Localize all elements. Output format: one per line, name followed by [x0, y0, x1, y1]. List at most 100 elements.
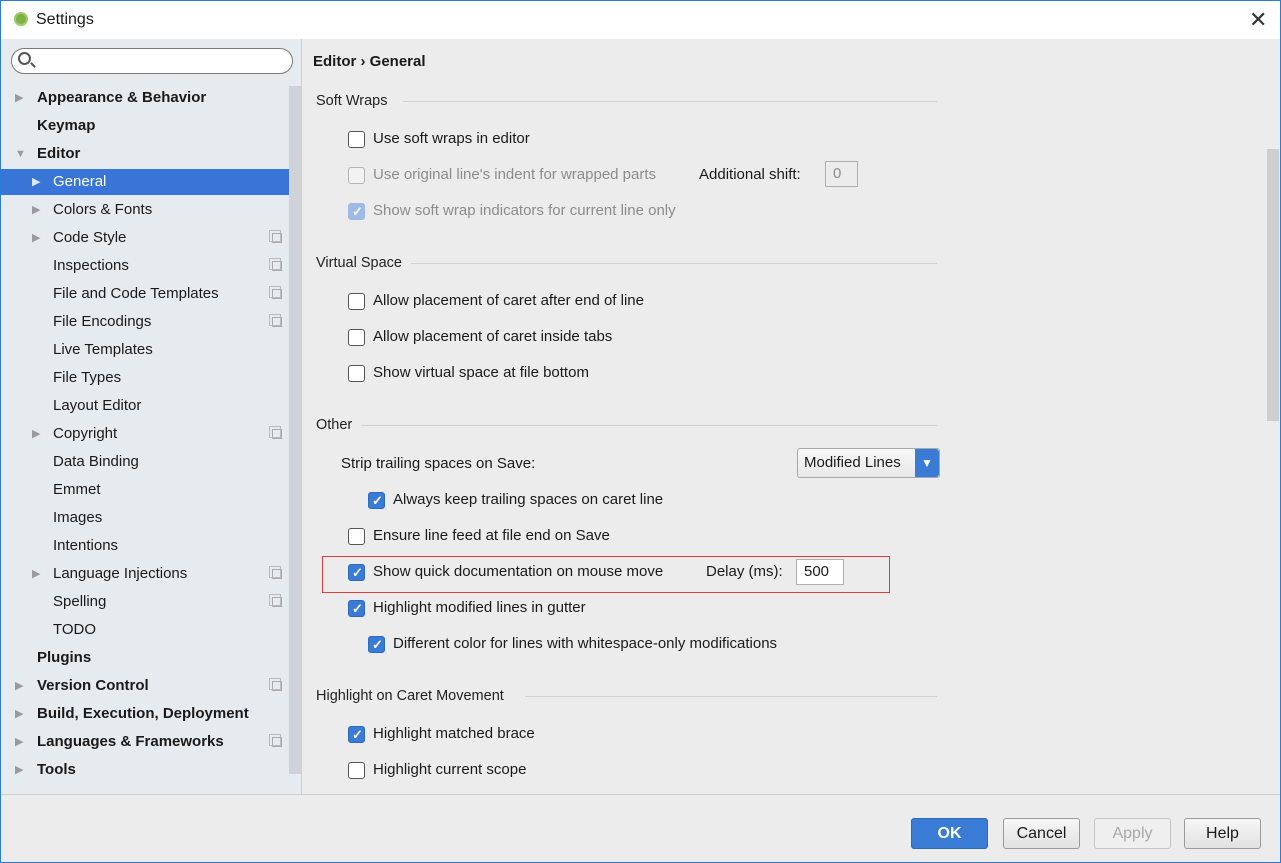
checkbox-box[interactable]: [348, 202, 365, 222]
sidebar-item[interactable]: TODO: [1, 617, 289, 643]
sidebar-item[interactable]: ▶ Languages & Frameworks: [1, 729, 289, 755]
help-button[interactable]: Help: [1184, 818, 1261, 849]
delay-label: Delay (ms):: [706, 562, 783, 582]
checkbox-box[interactable]: [348, 365, 365, 382]
sidebar-scrollbar[interactable]: [289, 86, 301, 774]
expand-right-icon[interactable]: ▶: [32, 225, 40, 251]
chevron-down-icon[interactable]: ▼: [915, 449, 939, 477]
sidebar-item-label: Layout Editor: [53, 397, 142, 414]
project-scope-icon: [269, 314, 282, 327]
label: Additional shift:: [699, 166, 801, 183]
sidebar-item-label: Copyright: [53, 425, 118, 442]
expand-right-icon[interactable]: ▶: [32, 169, 40, 195]
expand-right-icon[interactable]: ▶: [32, 561, 40, 587]
expand-down-icon[interactable]: ▼: [15, 141, 26, 167]
section-caret-movement: Highlight on Caret Movement: [316, 688, 504, 704]
sidebar-item[interactable]: ▶ Version Control: [1, 673, 289, 699]
sidebar-item-label: Version Control: [37, 677, 149, 694]
close-icon[interactable]: ✕: [1249, 7, 1267, 33]
sidebar-item[interactable]: Intentions: [1, 533, 289, 559]
sidebar-item-label: Keymap: [37, 117, 96, 134]
checkbox-box[interactable]: [348, 293, 365, 310]
expand-right-icon[interactable]: ▶: [15, 729, 23, 755]
checkbox-label: Highlight current scope: [373, 761, 527, 778]
checkbox-box[interactable]: [348, 599, 365, 619]
checkbox-label: Different color for lines with whitespac…: [393, 635, 778, 652]
sidebar-item[interactable]: Keymap: [1, 113, 289, 139]
project-scope-icon: [269, 678, 282, 691]
checkbox-label: Show quick documentation on mouse move: [373, 563, 664, 580]
sidebar-item-label: File and Code Templates: [53, 285, 219, 302]
sidebar-item[interactable]: ▶ Code Style: [1, 225, 289, 251]
sidebar-item[interactable]: Layout Editor: [1, 393, 289, 419]
checkbox-box[interactable]: [348, 528, 365, 545]
sidebar-item[interactable]: Images: [1, 505, 289, 531]
checkbox-box[interactable]: [348, 131, 365, 148]
sidebar-item[interactable]: ▶ General: [1, 169, 301, 195]
checkbox-box[interactable]: [348, 762, 365, 779]
project-scope-icon: [269, 230, 282, 243]
checkbox-box[interactable]: [348, 329, 365, 346]
sidebar-item[interactable]: File Encodings: [1, 309, 289, 335]
checkbox-label: Show soft wrap indicators for current li…: [373, 202, 676, 219]
sidebar-item-label: Inspections: [53, 257, 129, 274]
checkbox-label: Use original line's indent for wrapped p…: [373, 166, 657, 183]
sidebar-item[interactable]: ▶ Appearance & Behavior: [1, 85, 289, 111]
ok-button[interactable]: OK: [911, 818, 988, 849]
expand-right-icon[interactable]: ▶: [15, 757, 23, 783]
sidebar-item[interactable]: Inspections: [1, 253, 289, 279]
apply-button[interactable]: Apply: [1094, 818, 1171, 849]
additional-shift-label: Additional shift:: [699, 165, 801, 185]
sidebar-item-label: Live Templates: [53, 341, 153, 358]
checkbox-label: Show virtual space at file bottom: [373, 364, 589, 381]
window-title: Settings: [36, 11, 94, 28]
sidebar-item-label: Languages & Frameworks: [37, 733, 224, 750]
sidebar-item-label: Editor: [37, 145, 81, 162]
label: Strip trailing spaces on Save:: [341, 455, 536, 472]
strip-trailing-dropdown[interactable]: Modified Lines ▼: [797, 448, 940, 478]
settings-window: Settings ✕ ▶ Appearance & Behavior Keymap ▼…: [0, 0, 1281, 863]
checkbox-box[interactable]: [368, 635, 385, 655]
delay-field[interactable]: 500: [796, 559, 844, 585]
sidebar-item-label: Intentions: [53, 537, 119, 554]
content-scrollbar[interactable]: [1267, 149, 1279, 421]
sidebar-item-label: Spelling: [53, 593, 107, 610]
checkbox-label: Highlight matched brace: [373, 725, 535, 742]
divider: [411, 263, 937, 264]
checkbox-label: Highlight modified lines in gutter: [373, 599, 586, 616]
checkbox-box[interactable]: [348, 167, 365, 184]
sidebar-item[interactable]: ▶ Build, Execution, Deployment: [1, 701, 289, 727]
section-virtual-space: Virtual Space: [316, 255, 402, 271]
sidebar-item[interactable]: Spelling: [1, 589, 289, 615]
divider: [403, 101, 937, 102]
sidebar-item[interactable]: ▶ Copyright: [1, 421, 289, 447]
sidebar-item[interactable]: File Types: [1, 365, 289, 391]
expand-right-icon[interactable]: ▶: [32, 197, 40, 223]
checkbox-box[interactable]: [348, 725, 365, 745]
sidebar-item[interactable]: ▶ Colors & Fonts: [1, 197, 289, 223]
expand-right-icon[interactable]: ▶: [32, 421, 40, 447]
expand-right-icon[interactable]: ▶: [15, 701, 23, 727]
sidebar-item[interactable]: File and Code Templates: [1, 281, 289, 307]
expand-right-icon[interactable]: ▶: [15, 85, 23, 111]
checkbox-label: Allow placement of caret after end of li…: [373, 292, 644, 309]
project-scope-icon: [269, 594, 282, 607]
sidebar-item[interactable]: Live Templates: [1, 337, 289, 363]
sidebar-item-label: File Types: [53, 369, 122, 386]
sidebar-item[interactable]: Emmet: [1, 477, 289, 503]
sidebar-item[interactable]: ▶ Tools: [1, 757, 289, 783]
expand-right-icon[interactable]: ▶: [15, 673, 23, 699]
sidebar-item-label: TODO: [53, 621, 97, 638]
android-studio-icon: [14, 12, 28, 26]
search-input[interactable]: [11, 48, 293, 74]
cancel-button[interactable]: Cancel: [1003, 818, 1080, 849]
sidebar-item[interactable]: ▼ Editor: [1, 141, 289, 167]
sidebar-item[interactable]: ▶ Language Injections: [1, 561, 289, 587]
additional-shift-field[interactable]: 0: [825, 161, 858, 187]
checkbox-box[interactable]: [348, 563, 365, 583]
sidebar-item-label: General: [53, 173, 107, 190]
sidebar-item[interactable]: Data Binding: [1, 449, 289, 475]
checkbox-box[interactable]: [368, 491, 385, 511]
section-other: Other: [316, 417, 353, 433]
sidebar-item[interactable]: Plugins: [1, 645, 289, 671]
